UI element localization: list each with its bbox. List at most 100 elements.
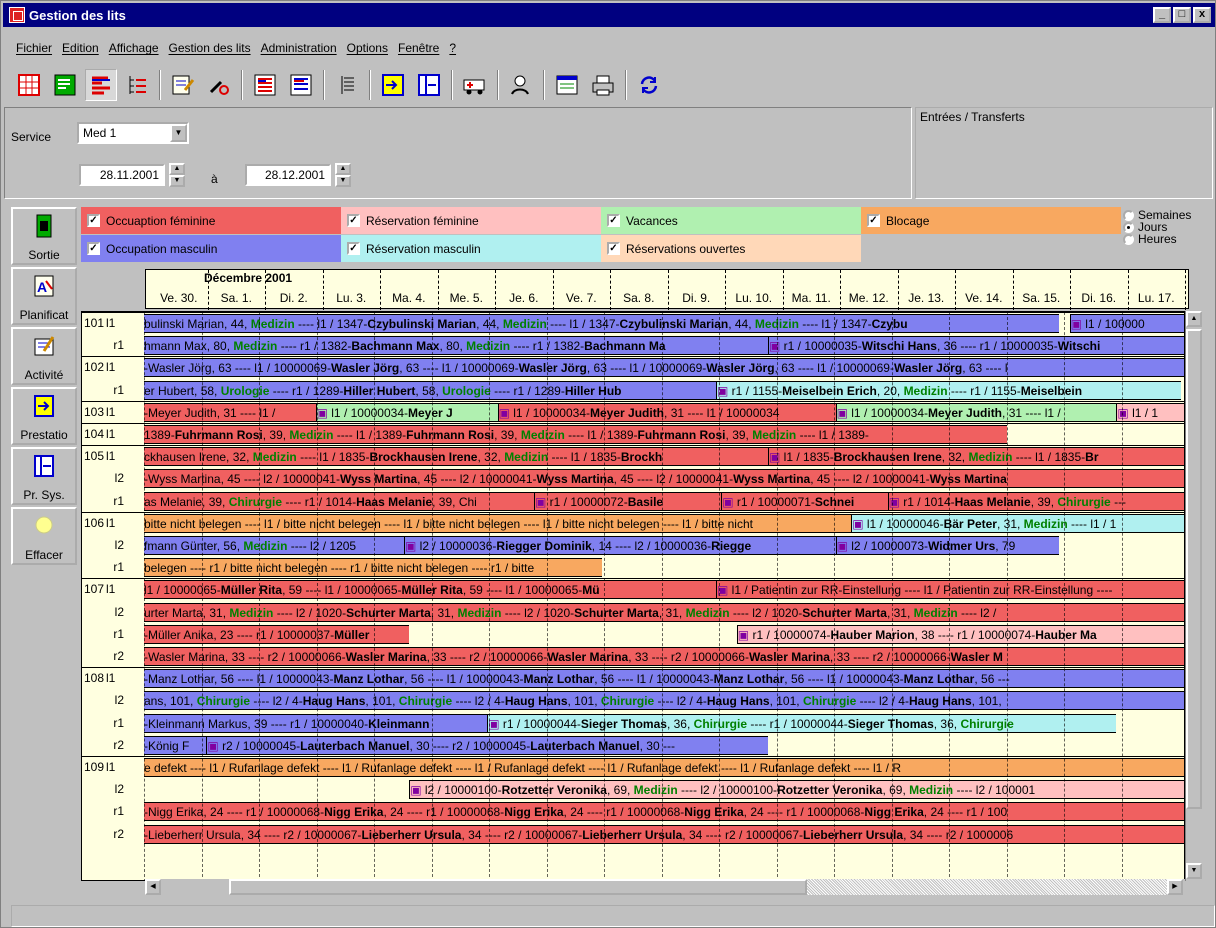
horizontal-scroll-track[interactable] bbox=[807, 879, 1167, 895]
menu-affichage[interactable]: Affichage bbox=[104, 41, 164, 61]
booking-bar[interactable]: -Lieberherr Ursula, 34 ---- r2 / 1000006… bbox=[144, 824, 1184, 844]
bed-chart-icon[interactable] bbox=[85, 69, 117, 101]
radio-heures[interactable]: Heures bbox=[1123, 233, 1191, 245]
booking-bar[interactable]: fmann Günter, 56, Medizin ---- l2 / 1205 bbox=[144, 536, 404, 555]
date-to-spinner[interactable]: ▲ ▼ bbox=[335, 163, 351, 187]
checkbox-checked-icon[interactable]: ✓ bbox=[347, 214, 360, 227]
booking-bar[interactable]: er Hubert, 58, Urologie ---- r1 / 1289-H… bbox=[144, 380, 716, 400]
legend-item[interactable]: ✓ Occupation masculin bbox=[81, 235, 341, 262]
booking-bar[interactable]: ▣ l1 / Patientin zur RR-Einstellung ----… bbox=[716, 580, 1184, 600]
scroll-right-icon[interactable]: ▶ bbox=[1167, 879, 1183, 895]
checkbox-checked-icon[interactable]: ✓ bbox=[347, 242, 360, 255]
minimize-button[interactable]: _ bbox=[1153, 7, 1171, 23]
week-view-icon[interactable] bbox=[285, 69, 317, 101]
booking-bar[interactable]: hmann Max, 80, Medizin ---- r1 / 1382-Ba… bbox=[144, 336, 768, 356]
booking-bar[interactable]: -Meyer Judith, 31 ---- l1 / bbox=[144, 402, 316, 422]
booking-bar[interactable]: ▣ l1 / 10000034-Meyer Judith, 31 ---- l1… bbox=[497, 402, 836, 422]
person-search-icon[interactable] bbox=[505, 69, 537, 101]
booking-bar[interactable]: ▣ l1 / 10000034-Meyer Judith, 31 ---- l1… bbox=[835, 402, 1117, 422]
booking-bar[interactable]: -König F bbox=[144, 735, 207, 755]
booking-bar[interactable]: belegen ---- r1 / bitte nicht belegen --… bbox=[144, 558, 602, 578]
maximize-button[interactable]: □ bbox=[1173, 7, 1191, 23]
scroll-left-icon[interactable]: ◀ bbox=[145, 879, 161, 895]
sortie-button[interactable]: Sortie bbox=[11, 207, 77, 265]
booking-bar[interactable]: -Manz Lothar, 56 ---- l1 / 10000043-Manz… bbox=[144, 669, 1184, 689]
booking-bar[interactable]: ▣ r1 / 10000044-Sieger Thomas, 36, Chiru… bbox=[487, 713, 1117, 733]
close-button[interactable]: x bbox=[1193, 7, 1211, 23]
legend-item[interactable]: ✓ Réservations ouvertes bbox=[601, 235, 861, 262]
booking-bar[interactable]: as Melanie, 39, Chirurgie ---- r1 / 1014… bbox=[144, 491, 534, 511]
date-from-spinner[interactable]: ▲ ▼ bbox=[169, 163, 185, 187]
booking-bar[interactable]: ▣ l2 / 10000073-Widmer Urs, 79 bbox=[835, 536, 1060, 555]
vertical-scrollbar[interactable]: ▲ ▼ bbox=[1185, 311, 1203, 881]
menu-help[interactable]: ? bbox=[444, 41, 461, 61]
checkbox-checked-icon[interactable]: ✓ bbox=[87, 214, 100, 227]
service-select[interactable]: Med 1 ▼ bbox=[77, 122, 189, 144]
date-from-field[interactable]: 28.11.2001 bbox=[79, 164, 165, 186]
booking-bar[interactable]: -Wasler Marina, 33 ---- r2 / 10000066-Wa… bbox=[144, 647, 1184, 666]
horizontal-scrollbar[interactable]: ◀ ▶ bbox=[145, 879, 1185, 897]
booking-bar[interactable]: e defekt ---- l1 / Rufanlage defekt ----… bbox=[144, 758, 1184, 777]
menu-fenetre[interactable]: Fenêtre bbox=[393, 41, 444, 61]
activite-button[interactable]: Activité bbox=[11, 327, 77, 385]
booking-bar[interactable]: ▣ l2 / 10000100-Rotzetter Veronika, 69, … bbox=[409, 780, 1184, 800]
chevron-down-icon[interactable]: ▼ bbox=[170, 124, 187, 142]
legend-item[interactable]: ✓ Réservation masculin bbox=[341, 235, 601, 262]
prestation-button[interactable]: Prestatio bbox=[11, 387, 77, 445]
report-icon[interactable] bbox=[167, 69, 199, 101]
ambulance-icon[interactable] bbox=[459, 69, 491, 101]
booking-bar[interactable]: ▣ r1 / 10000071-Schnei bbox=[721, 491, 888, 511]
legend-item[interactable]: ✓ Réservation féminine bbox=[341, 207, 601, 234]
scroll-down-icon[interactable]: ▼ bbox=[1186, 863, 1202, 879]
legend-item[interactable]: ✓ Blocage bbox=[861, 207, 1121, 234]
booking-bar[interactable]: bitte nicht belegen ---- l1 / bitte nich… bbox=[144, 513, 852, 533]
booking-bar[interactable]: -Müller Anika, 23 ---- r1 / 10000037-Mül… bbox=[144, 624, 410, 644]
refresh-icon[interactable] bbox=[633, 69, 665, 101]
menu-edition[interactable]: Edition bbox=[57, 41, 104, 61]
tree-list-icon[interactable] bbox=[121, 69, 153, 101]
transfer-in-icon[interactable] bbox=[377, 69, 409, 101]
calendar-grid-icon[interactable] bbox=[13, 69, 45, 101]
tools-icon[interactable] bbox=[203, 69, 235, 101]
booking-bar[interactable]: l1 / 10000065-Müller Rita, 59 ---- l1 / … bbox=[144, 580, 716, 600]
scroll-up-icon[interactable]: ▲ bbox=[1186, 311, 1202, 327]
booking-bar[interactable]: 1389-Fuhrmann Rosi, 39, Medizin ---- l1 … bbox=[144, 425, 1008, 444]
booking-bar[interactable]: -Nigg Erika, 24 ---- r1 / 10000068-Nigg … bbox=[144, 802, 1184, 822]
vertical-scroll-thumb[interactable] bbox=[1186, 329, 1202, 809]
radio-selected-icon[interactable] bbox=[1123, 221, 1134, 233]
booking-bar[interactable]: ▣ l2 / 10000036-Riegger Dominik, 14 ----… bbox=[404, 536, 836, 555]
booking-bar[interactable]: bulinski Marian, 44, Medizin ---- l1 / 1… bbox=[144, 314, 1060, 333]
booking-bar[interactable]: -Wasler Jörg, 63 ---- l1 / 10000069-Wasl… bbox=[144, 358, 1184, 378]
month-view-icon[interactable] bbox=[249, 69, 281, 101]
checkbox-checked-icon[interactable]: ✓ bbox=[607, 242, 620, 255]
checkbox-checked-icon[interactable]: ✓ bbox=[87, 242, 100, 255]
radio-icon[interactable] bbox=[1123, 233, 1134, 245]
checkbox-checked-icon[interactable]: ✓ bbox=[607, 214, 620, 227]
booking-bar[interactable]: ▣ r2 / 10000045-Lauterbach Manuel, 30 --… bbox=[206, 735, 768, 755]
booking-bar[interactable]: ▣ r1 / 1014-Haas Melanie, 39, Chirurgie … bbox=[887, 491, 1184, 511]
booking-bar[interactable]: ▣ r1 / 10000074-Hauber Marion, 38 ---- r… bbox=[736, 624, 1184, 644]
booking-bar[interactable]: ▣ r1 / 10000072-Basile bbox=[534, 491, 722, 511]
booking-bar[interactable]: ans, 101, Chirurgie ---- l2 / 4-Haug Han… bbox=[144, 691, 1184, 711]
booking-bar[interactable]: -Wyss Martina, 45 ---- l2 / 10000041-Wys… bbox=[144, 469, 1184, 489]
transfer-out-icon[interactable] bbox=[413, 69, 445, 101]
booking-bar[interactable]: urter Marta, 31, Medizin ---- l2 / 1020-… bbox=[144, 602, 1184, 622]
legend-item[interactable]: ✓ Vacances bbox=[601, 207, 861, 234]
menu-options[interactable]: Options bbox=[342, 41, 393, 61]
pr-sys-button[interactable]: Pr. Sys. bbox=[11, 447, 77, 505]
list-detail-icon[interactable] bbox=[331, 69, 363, 101]
booking-bar[interactable]: ▣ l1 / 1 bbox=[1116, 402, 1184, 422]
title-bar[interactable]: Gestion des lits _ □ x bbox=[3, 3, 1215, 27]
menu-administration[interactable]: Administration bbox=[256, 41, 342, 61]
menu-fichier[interactable]: Fichier bbox=[11, 41, 57, 61]
booking-bar[interactable]: ▣ l1 / 100000 bbox=[1069, 314, 1184, 333]
date-to-field[interactable]: 28.12.2001 bbox=[245, 164, 331, 186]
checkbox-checked-icon[interactable]: ✓ bbox=[867, 214, 880, 227]
effacer-button[interactable]: Effacer bbox=[11, 507, 77, 565]
legend-item[interactable]: ✓ Occuaption féminine bbox=[81, 207, 341, 234]
booking-bar[interactable]: ▣ l1 / 10000046-Bär Peter, 31, Medizin -… bbox=[851, 513, 1184, 533]
booking-bar[interactable]: ckhausen Irene, 32, Medizin ---- l1 / 18… bbox=[144, 447, 768, 467]
booking-bar[interactable]: ▣ l1 / 10000034-Meyer J bbox=[315, 402, 498, 422]
document-icon[interactable] bbox=[551, 69, 583, 101]
list-icon[interactable] bbox=[49, 69, 81, 101]
